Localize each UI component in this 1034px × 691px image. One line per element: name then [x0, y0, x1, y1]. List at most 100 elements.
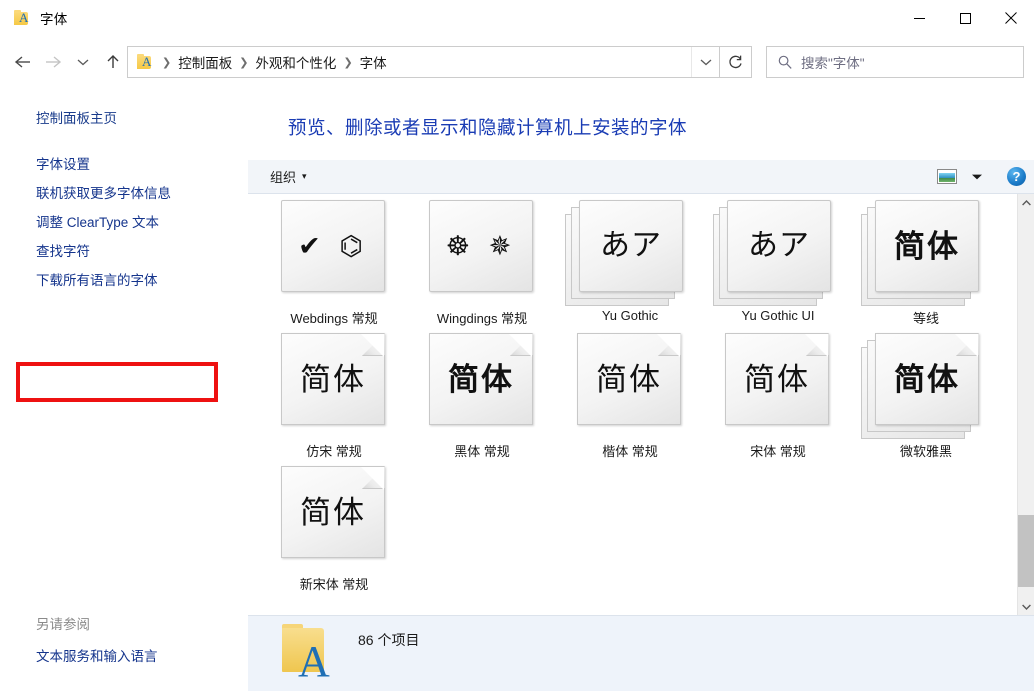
address-chevron-down-icon[interactable] [691, 47, 719, 77]
font-tile[interactable]: 简体 微软雅黑 [852, 327, 1000, 460]
breadcrumb-item-0[interactable]: 控制面板 [173, 50, 237, 74]
font-card: 简体 [875, 200, 979, 292]
sidebar-item-find-a-character[interactable]: 查找字符 [36, 237, 171, 266]
font-tile[interactable]: 简体 等线 [852, 194, 1000, 327]
sidebar-item-text-services-and-input-languages[interactable]: 文本服务和输入语言 [36, 645, 158, 665]
toolbar-right-group: ? [933, 165, 1026, 189]
fonts-row: 简体 仿宋 常规 简体 黑体 常规 简体 [260, 327, 1002, 460]
fonts-grid: ✔ ⌬ Webdings 常规 ☸ ✵ Wingdings 常规 [260, 194, 1002, 593]
organize-button[interactable]: 组织 ▾ [264, 163, 313, 190]
breadcrumb-separator: ❯ [237, 56, 250, 69]
address-bar[interactable]: A ❯ 控制面板 ❯ 外观和个性化 ❯ 字体 [127, 46, 720, 78]
command-toolbar: 组织 ▾ ? [248, 160, 1034, 194]
window-controls [896, 0, 1034, 36]
recent-locations-chevron-down-icon[interactable] [68, 47, 98, 77]
help-button[interactable]: ? [1007, 167, 1026, 186]
breadcrumb-item-1[interactable]: 外观和个性化 [250, 50, 341, 74]
sidebar-item-adjust-cleartype-text[interactable]: 调整 ClearType 文本 [36, 208, 171, 237]
sidebar: 控制面板主页 字体设置 联机获取更多字体信息 调整 ClearType 文本 查… [0, 96, 248, 691]
breadcrumb: ❯ 控制面板 ❯ 外观和个性化 ❯ 字体 [160, 50, 691, 74]
font-name: 新宋体 常规 [300, 574, 369, 593]
search-icon [778, 55, 792, 69]
breadcrumb-separator: ❯ [160, 56, 173, 69]
sidebar-item-font-settings[interactable]: 字体设置 [36, 150, 171, 179]
forward-icon[interactable] [38, 47, 68, 77]
refresh-icon[interactable] [720, 46, 752, 78]
highlight-box [16, 362, 218, 402]
font-tile[interactable]: 简体 楷体 常规 [556, 327, 704, 460]
address-fonts-folder-icon: A [137, 54, 155, 70]
font-preview-glyph: 简体 [448, 364, 514, 395]
sidebar-item-download-fonts-for-all-languages[interactable]: 下载所有语言的字体 [36, 266, 171, 295]
font-preview-glyph: 简体 [894, 231, 960, 262]
font-preview: 简体 [861, 200, 991, 300]
font-tile[interactable]: 简体 黑体 常规 [408, 327, 556, 460]
font-card: 简体 [281, 333, 385, 425]
font-card: あア [579, 200, 683, 292]
font-tile[interactable]: ✔ ⌬ Webdings 常规 [260, 194, 408, 327]
organize-label: 组织 [270, 167, 296, 186]
breadcrumb-item-2[interactable]: 字体 [355, 50, 392, 74]
font-preview-glyph: 简体 [596, 364, 662, 395]
font-preview: ☸ ✵ [417, 200, 547, 300]
font-tile[interactable]: ☸ ✵ Wingdings 常规 [408, 194, 556, 327]
search-input[interactable]: 搜索"字体" [766, 46, 1024, 78]
font-preview-glyph: ✔ ⌬ [298, 233, 368, 260]
close-button[interactable] [988, 0, 1034, 36]
scroll-down-icon[interactable] [1018, 598, 1034, 615]
up-icon[interactable] [98, 47, 128, 77]
font-preview-glyph: 简体 [744, 364, 810, 395]
view-options-chevron-down-icon[interactable] [963, 165, 991, 189]
font-card: 简体 [875, 333, 979, 425]
fonts-folder-icon: A [14, 10, 32, 26]
font-preview: 简体 [269, 333, 399, 433]
font-name: 等线 [913, 308, 939, 327]
font-name: 宋体 常规 [750, 441, 806, 460]
scrollbar-thumb[interactable] [1018, 515, 1034, 587]
scroll-up-icon[interactable] [1018, 194, 1034, 211]
font-preview: 简体 [417, 333, 547, 433]
preview-pane-icon[interactable] [933, 165, 961, 189]
font-name: 黑体 常规 [454, 441, 510, 460]
font-preview: 简体 [713, 333, 843, 433]
font-tile[interactable]: あア Yu Gothic UI [704, 194, 852, 327]
font-preview-glyph: あア [600, 231, 662, 261]
font-preview: あア [713, 200, 843, 300]
font-preview: あア [565, 200, 695, 300]
chevron-down-icon: ▾ [302, 171, 307, 182]
fonts-list-pane[interactable]: ✔ ⌬ Webdings 常规 ☸ ✵ Wingdings 常规 [248, 194, 1034, 615]
back-icon[interactable] [8, 47, 38, 77]
maximize-button[interactable] [942, 0, 988, 36]
font-preview-glyph: 简体 [894, 364, 960, 395]
font-card: 简体 [429, 333, 533, 425]
font-preview-glyph: 简体 [300, 497, 366, 528]
page-title: 预览、删除或者显示和隐藏计算机上安装的字体 [288, 114, 687, 140]
font-name: 仿宋 常规 [306, 441, 362, 460]
vertical-scrollbar[interactable] [1017, 194, 1034, 615]
font-name: Yu Gothic UI [742, 308, 815, 323]
window-title: 字体 [40, 8, 68, 28]
font-tile[interactable]: 简体 仿宋 常规 [260, 327, 408, 460]
font-name: Wingdings 常规 [437, 308, 527, 327]
font-card: ☸ ✵ [429, 200, 533, 292]
sidebar-item-get-more-fonts-online[interactable]: 联机获取更多字体信息 [36, 179, 171, 208]
font-preview-glyph: あア [748, 231, 810, 261]
window-title-bar: A 字体 [0, 0, 1034, 36]
font-tile[interactable]: あア Yu Gothic [556, 194, 704, 327]
font-preview: 简体 [565, 333, 695, 433]
minimize-button[interactable] [896, 0, 942, 36]
font-preview: 简体 [269, 466, 399, 566]
font-card: 简体 [725, 333, 829, 425]
font-name: 楷体 常规 [602, 441, 658, 460]
sidebar-item-control-panel-home[interactable]: 控制面板主页 [36, 107, 117, 127]
font-card: ✔ ⌬ [281, 200, 385, 292]
sidebar-links: 字体设置 联机获取更多字体信息 调整 ClearType 文本 查找字符 下载所… [36, 150, 171, 295]
font-name: Webdings 常规 [290, 308, 377, 327]
font-card: 简体 [281, 466, 385, 558]
fonts-row: ✔ ⌬ Webdings 常规 ☸ ✵ Wingdings 常规 [260, 194, 1002, 327]
font-tile[interactable]: 简体 宋体 常规 [704, 327, 852, 460]
font-tile[interactable]: 简体 新宋体 常规 [260, 460, 408, 593]
font-preview-glyph: 简体 [300, 364, 366, 395]
status-bar: A 86 个项目 [248, 615, 1034, 691]
see-also-header: 另请参阅 [36, 613, 90, 633]
